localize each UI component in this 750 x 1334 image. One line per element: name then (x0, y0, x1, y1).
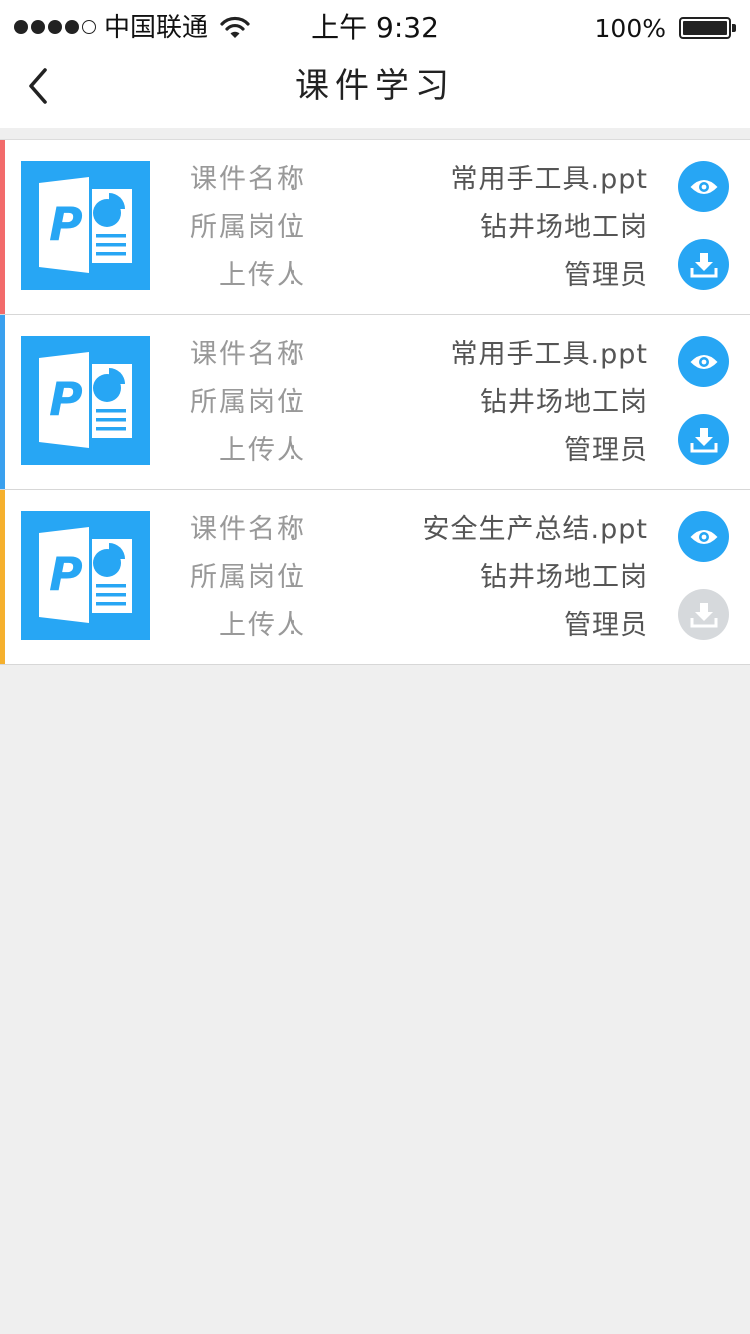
courseware-info: 课件名称 : 常用手工具.ppt 所属岗位 : 钻井场地工岗 上传人 : 管理员 (170, 156, 650, 300)
eye-icon (690, 179, 717, 194)
download-button (678, 589, 729, 640)
powerpoint-file-icon: P (21, 511, 150, 640)
eye-icon (690, 354, 717, 369)
status-bar: 中国联通 上午 9:32 100% (0, 0, 750, 56)
courseware-uploader-row: 上传人 : 管理员 (170, 427, 650, 475)
label-colon: : (288, 339, 298, 370)
courseware-post-label: 所属岗位 (190, 387, 306, 418)
page-title: 课件学习 (295, 66, 455, 106)
courseware-info: 课件名称 : 常用手工具.ppt 所属岗位 : 钻井场地工岗 上传人 : 管理员 (170, 331, 650, 475)
powerpoint-file-icon: P (21, 161, 150, 290)
courseware-uploader-value: 管理员 (564, 260, 648, 291)
courseware-name-value: 常用手工具.ppt (450, 339, 648, 370)
courseware-uploader-value: 管理员 (564, 435, 648, 466)
download-icon (690, 427, 717, 452)
view-button[interactable] (678, 161, 729, 212)
label-colon: : (288, 514, 298, 545)
courseware-card[interactable]: P 课件名称 : 常用手工具.ppt 所属岗位 : 钻井场地工岗 上传人: 管… (0, 315, 750, 490)
label-colon: : (288, 610, 298, 641)
courseware-name-value: 安全生产总结.ppt (422, 514, 648, 545)
courseware-name-value: 常用手工具.ppt (450, 164, 648, 195)
courseware-uploader-label: 上传人 (219, 435, 306, 466)
courseware-name-label: 课件名称 (190, 339, 306, 370)
download-button[interactable] (678, 239, 729, 290)
courseware-uploader-label: 上传人 (219, 260, 306, 291)
courseware-post-label: 所属岗位 (190, 562, 306, 593)
eye-icon (690, 529, 717, 544)
courseware-post-row: 所属岗位 : 钻井场地工岗 (170, 379, 650, 427)
download-icon (690, 252, 717, 277)
courseware-name-row: 课件名称 : 常用手工具.ppt (170, 331, 650, 379)
courseware-post-row: 所属岗位 : 钻井场地工岗 (170, 554, 650, 602)
courseware-post-label: 所属岗位 (190, 212, 306, 243)
courseware-post-row: 所属岗位 : 钻井场地工岗 (170, 204, 650, 252)
label-colon: : (288, 212, 298, 243)
label-colon: : (288, 387, 298, 418)
courseware-post-value: 钻井场地工岗 (480, 562, 648, 593)
courseware-card[interactable]: P 课件名称 : 常用手工具.ppt 所属岗位 : 钻井场地工岗 上传人: 管… (0, 140, 750, 315)
courseware-name-label: 课件名称 (190, 514, 306, 545)
courseware-uploader-row: 上传人 : 管理员 (170, 602, 650, 650)
courseware-info: 课件名称 : 安全生产总结.ppt 所属岗位 : 钻井场地工岗 上传人 : 管理… (170, 506, 650, 650)
view-button[interactable] (678, 511, 729, 562)
svg-text:P: P (49, 547, 83, 601)
courseware-list: P 课件名称 : 常用手工具.ppt 所属岗位 : 钻井场地工岗 上传人: 管… (0, 139, 750, 665)
svg-text:P: P (49, 197, 83, 251)
battery-tip (732, 24, 736, 32)
card-accent-bar (0, 315, 5, 489)
card-accent-bar (0, 140, 5, 314)
download-button[interactable] (678, 414, 729, 465)
label-colon: : (288, 435, 298, 466)
battery-icon (679, 17, 731, 39)
label-colon: : (288, 562, 298, 593)
courseware-post-value: 钻井场地工岗 (480, 212, 648, 243)
courseware-uploader-row: 上传人 : 管理员 (170, 252, 650, 300)
navigation-bar: 课件学习 (0, 56, 750, 128)
powerpoint-file-icon: P (21, 336, 150, 465)
courseware-uploader-value: 管理员 (564, 610, 648, 641)
view-button[interactable] (678, 336, 729, 387)
courseware-post-value: 钻井场地工岗 (480, 387, 648, 418)
courseware-name-label: 课件名称 (190, 164, 306, 195)
courseware-name-row: 课件名称 : 常用手工具.ppt (170, 156, 650, 204)
svg-text:P: P (49, 372, 83, 426)
card-accent-bar (0, 490, 5, 664)
label-colon: : (288, 260, 298, 291)
label-colon: : (288, 164, 298, 195)
battery-percentage: 100% (594, 14, 666, 43)
courseware-card[interactable]: P 课件名称 : 安全生产总结.ppt 所属岗位 : 钻井场地工岗 上传人: … (0, 490, 750, 665)
courseware-name-row: 课件名称 : 安全生产总结.ppt (170, 506, 650, 554)
download-icon (690, 602, 717, 627)
courseware-uploader-label: 上传人 (219, 610, 306, 641)
